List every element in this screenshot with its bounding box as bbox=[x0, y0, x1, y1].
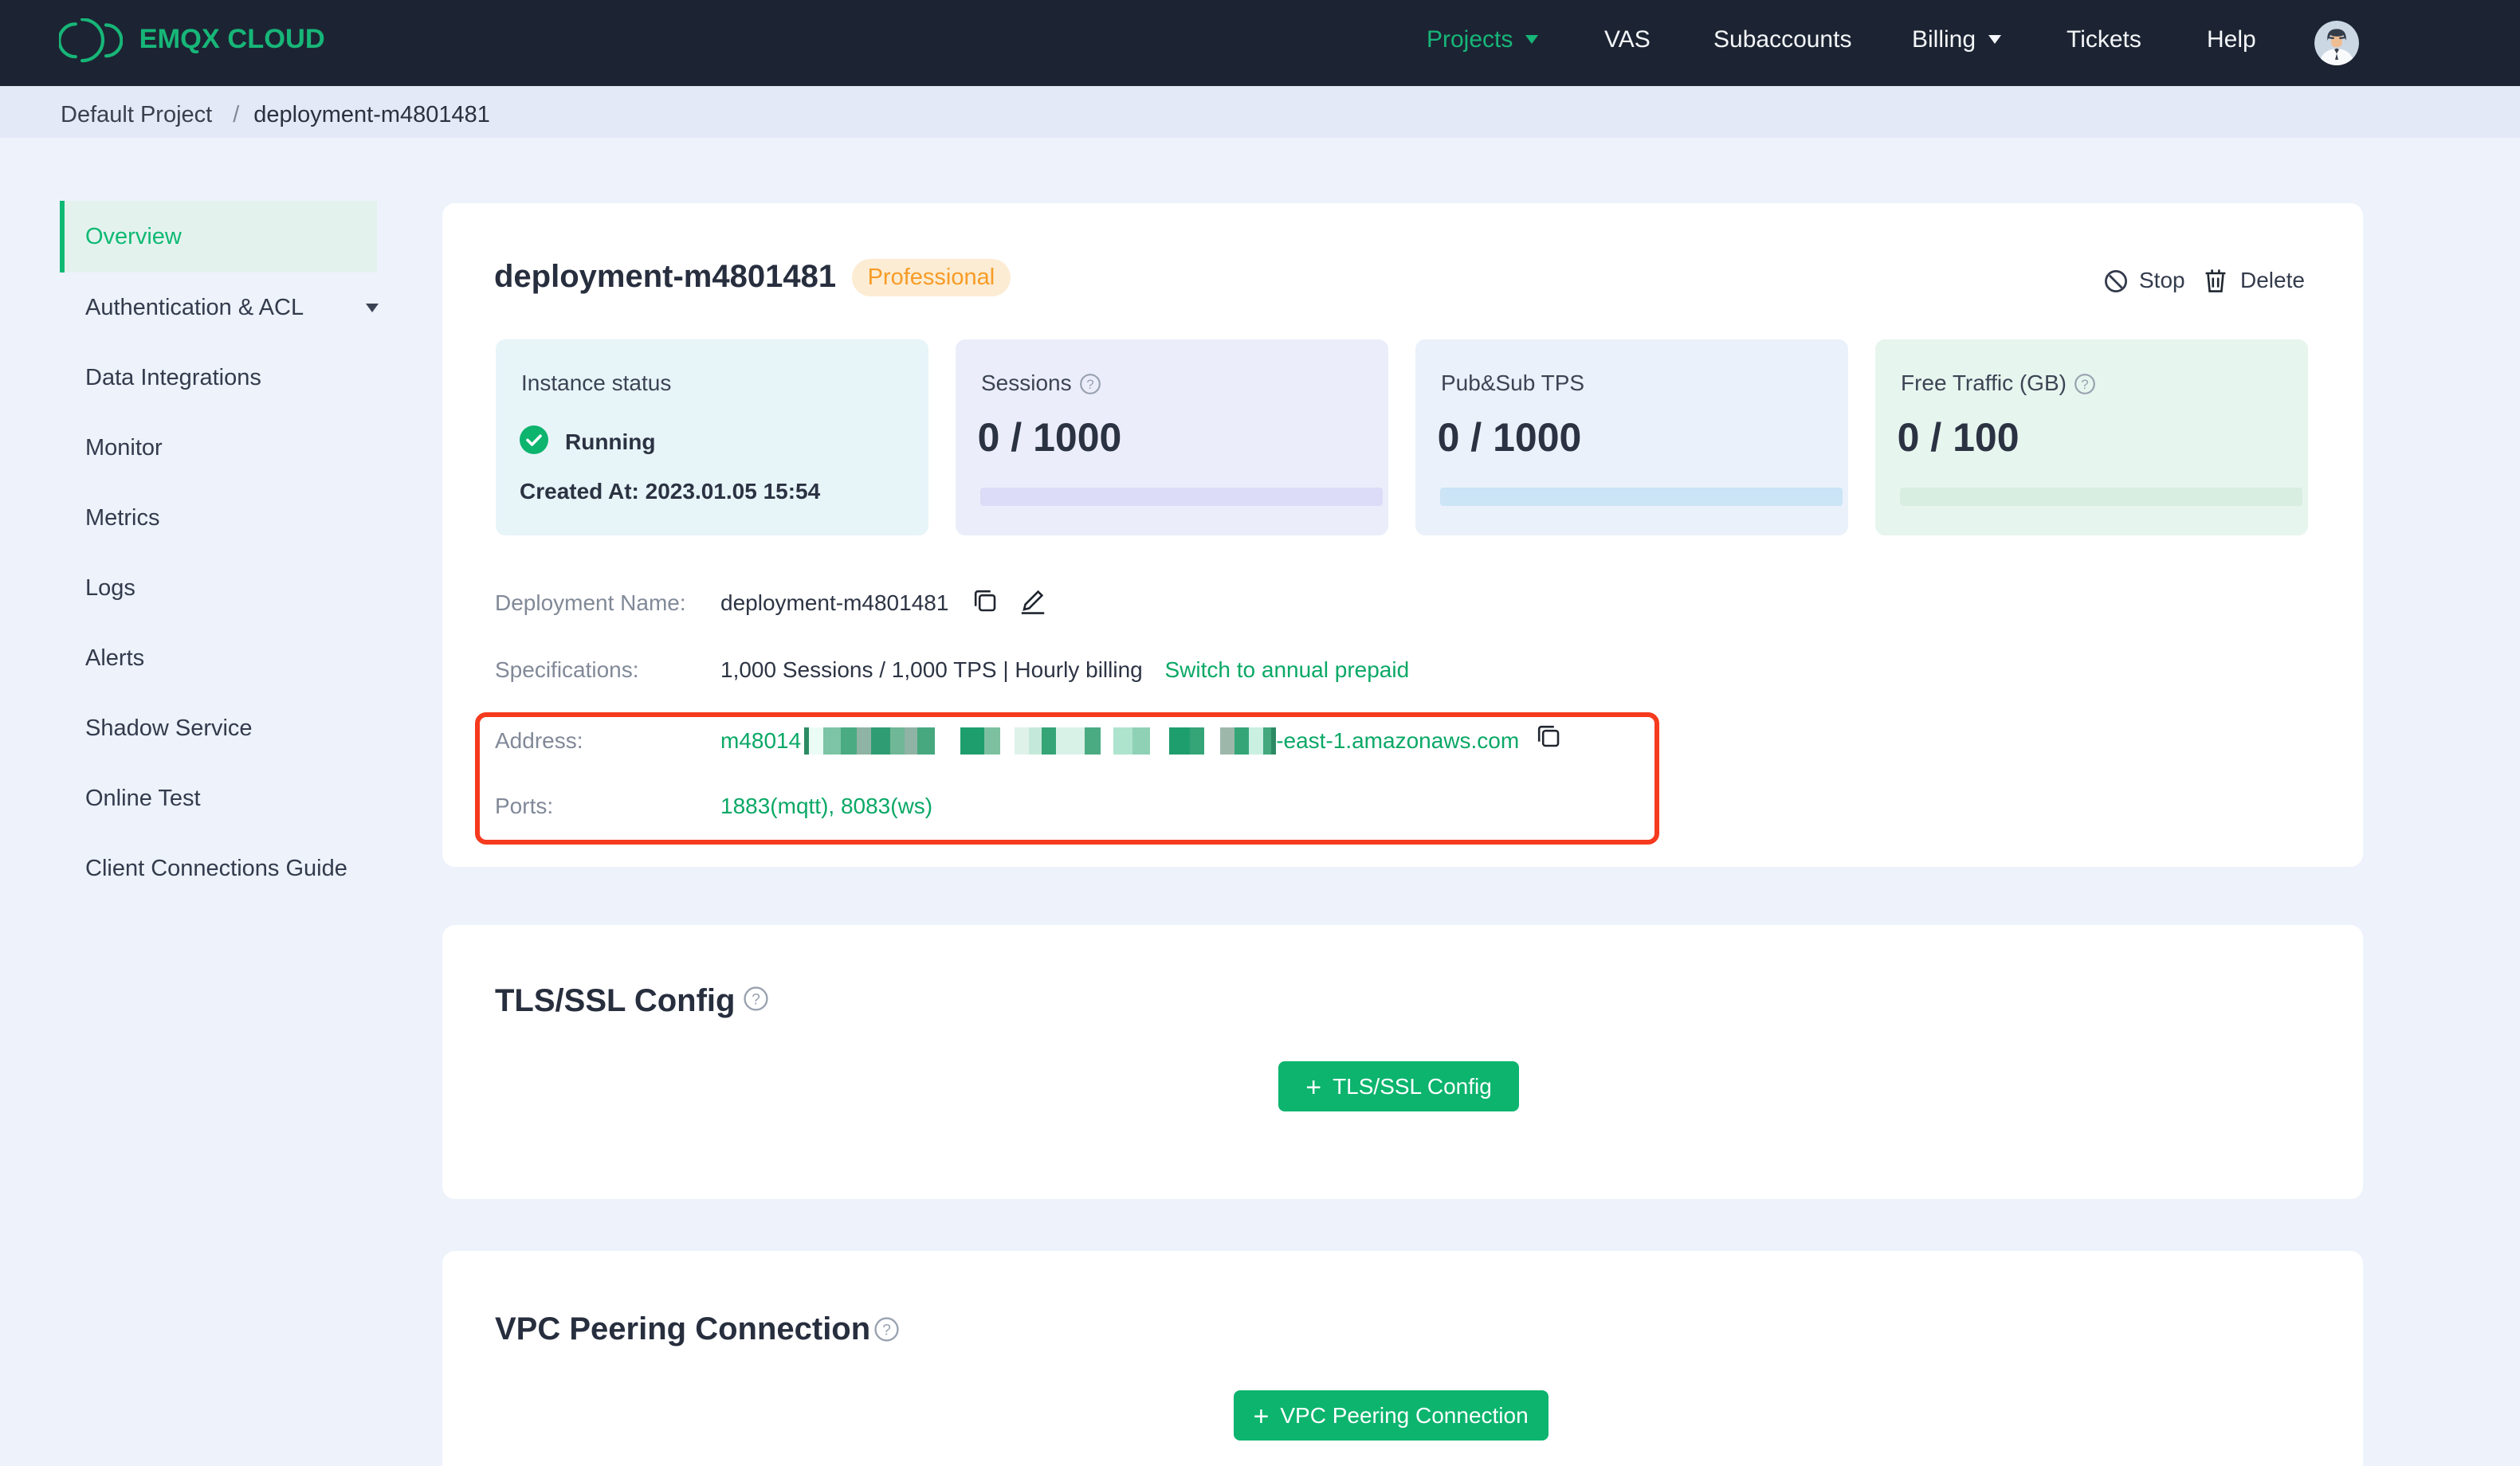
svg-text:?: ? bbox=[752, 990, 760, 1008]
svg-text:?: ? bbox=[1086, 377, 1093, 392]
svg-text:?: ? bbox=[2081, 377, 2088, 392]
svg-text:?: ? bbox=[882, 1321, 891, 1339]
